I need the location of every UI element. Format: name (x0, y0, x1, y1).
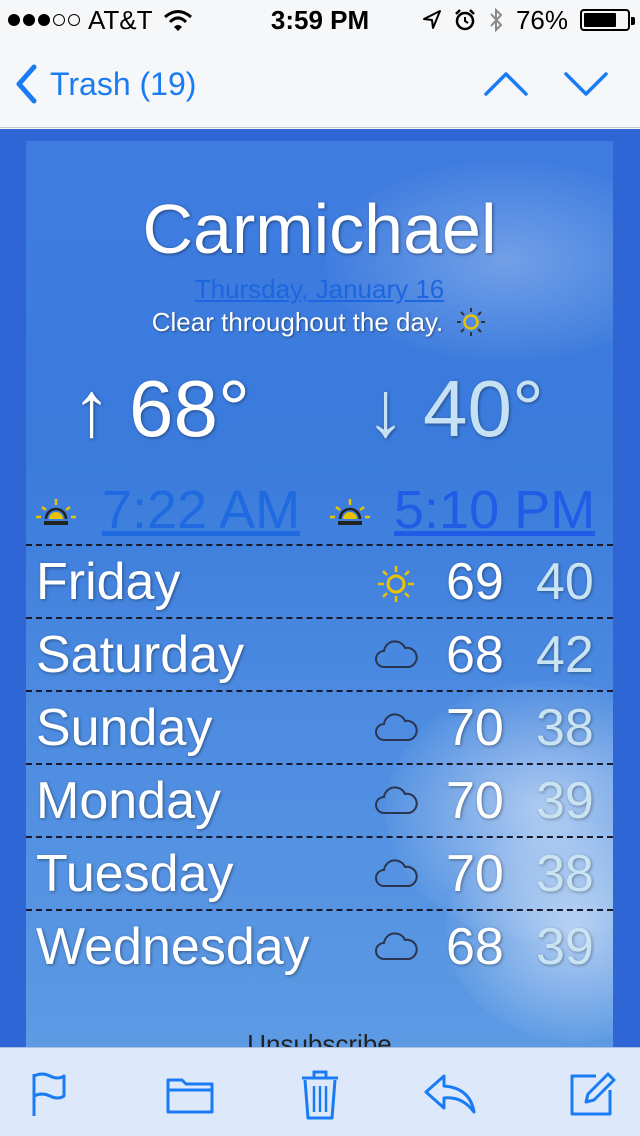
mail-nav-bar: Trash (19) (0, 40, 640, 128)
next-message-button[interactable] (562, 64, 610, 104)
up-arrow-icon: ↑ (72, 364, 111, 453)
previous-message-button[interactable] (482, 64, 530, 104)
chevron-down-icon (564, 72, 608, 96)
cloud-icon (375, 640, 418, 668)
forecast-day: Tuesday (36, 845, 234, 903)
chevron-left-icon (16, 64, 37, 104)
forecast-high: 69 (446, 553, 504, 611)
forecast-low: 38 (536, 699, 594, 757)
location-arrow-icon (422, 10, 441, 29)
reply-icon (424, 1074, 476, 1114)
move-to-folder-button[interactable] (164, 1068, 216, 1120)
forecast-low: 40 (536, 553, 594, 611)
forecast-low: 39 (536, 772, 594, 830)
delete-button[interactable] (296, 1068, 348, 1120)
flag-icon (32, 1072, 66, 1116)
down-arrow-icon: ↓ (366, 364, 405, 453)
compose-button[interactable] (566, 1068, 618, 1120)
city-name: Carmichael (142, 190, 497, 268)
forecast-row: Sunday 70 38 (26, 690, 613, 763)
cloud-icon (375, 713, 418, 741)
forecast-high: 68 (446, 626, 504, 684)
back-button-label: Trash (19) (50, 65, 197, 102)
back-button[interactable]: Trash (19) (14, 58, 196, 110)
today-low: ↓ 40° (366, 363, 544, 455)
today-high: ↑ 68° (72, 363, 250, 455)
forecast-high: 70 (446, 699, 504, 757)
mail-toolbar (0, 1047, 640, 1136)
sun-times: 7:22 AM 5:10 PM (26, 479, 613, 541)
sunrise-time[interactable]: 7:22 AM (102, 479, 300, 541)
folder-icon (166, 1078, 214, 1114)
sunrise-icon (36, 499, 76, 525)
low-temperature: 40° (423, 364, 544, 453)
status-bar: AT&T 3:59 PM 76% (0, 0, 640, 40)
forecast-row: Saturday 68 42 (26, 617, 613, 690)
forecast-day: Saturday (36, 626, 245, 684)
flag-button[interactable] (26, 1068, 78, 1120)
sun-icon (457, 308, 486, 336)
unsubscribe-link[interactable]: Unsubscribe (26, 1029, 613, 1047)
cloud-icon (375, 859, 418, 887)
battery-percent: 76% (515, 5, 568, 35)
email-body[interactable]: Carmichael Thursday, January 16 Clear th… (0, 129, 640, 1047)
forecast-table: Friday 69 40 Saturday 68 42 Sunday 70 38… (26, 544, 613, 982)
forecast-row: Tuesday 70 38 (26, 836, 613, 909)
status-right: 76% (422, 0, 635, 40)
forecast-high: 70 (446, 845, 504, 903)
sunset-icon (330, 499, 370, 525)
summary-text: Clear throughout the day. (151, 306, 444, 337)
battery-icon (580, 9, 635, 31)
forecast-low: 38 (536, 845, 594, 903)
reply-button[interactable] (422, 1068, 476, 1120)
weather-summary: Clear throughout the day. (26, 306, 613, 338)
forecast-low: 39 (536, 918, 594, 976)
trash-icon (302, 1070, 338, 1120)
sun-icon (378, 566, 414, 602)
compose-icon (570, 1072, 616, 1116)
cloud-icon (375, 786, 418, 814)
forecast-day: Monday (36, 772, 221, 830)
date-link[interactable]: Thursday, January 16 (26, 274, 613, 305)
forecast-row: Friday 69 40 (26, 544, 613, 617)
forecast-day: Wednesday (36, 918, 310, 976)
sunset-time[interactable]: 5:10 PM (394, 479, 595, 541)
bluetooth-icon (490, 7, 503, 33)
forecast-high: 68 (446, 918, 504, 976)
chevron-up-icon (484, 72, 528, 96)
forecast-row: Wednesday 68 39 (26, 909, 613, 982)
cloud-icon (375, 932, 418, 960)
forecast-row: Monday 70 39 (26, 763, 613, 836)
high-temperature: 68° (129, 364, 250, 453)
forecast-day: Friday (36, 553, 181, 611)
forecast-low: 42 (536, 626, 594, 684)
weather-card: Carmichael Thursday, January 16 Clear th… (26, 141, 613, 1047)
alarm-clock-icon (455, 9, 475, 31)
forecast-day: Sunday (36, 699, 213, 757)
forecast-high: 70 (446, 772, 504, 830)
